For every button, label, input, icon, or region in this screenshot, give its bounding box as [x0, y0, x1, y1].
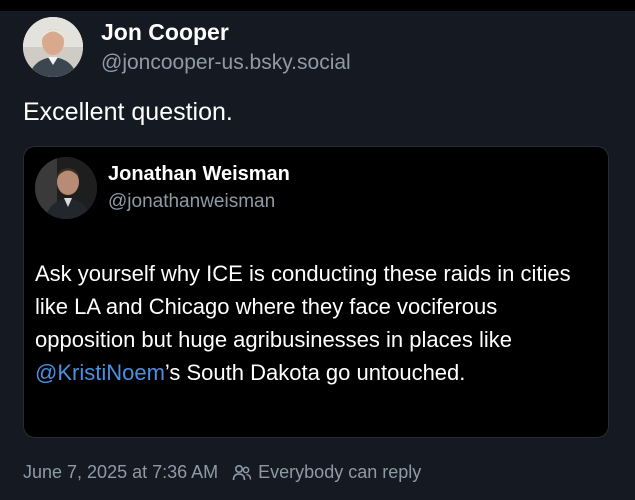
person-avatar-icon — [23, 17, 83, 77]
post-meta: June 7, 2025 at 7:36 AM Everybody can re… — [23, 462, 421, 483]
quoted-post[interactable]: Jonathan Weisman @jonathanweisman Ask yo… — [23, 146, 609, 438]
post-timestamp[interactable]: June 7, 2025 at 7:36 AM — [23, 462, 218, 483]
reply-setting[interactable]: Everybody can reply — [258, 462, 421, 483]
author-display-name[interactable]: Jon Cooper — [101, 19, 229, 46]
post-card: Jon Cooper @joncooper-us.bsky.social Exc… — [0, 0, 635, 500]
top-bar — [0, 0, 635, 11]
quoted-post-text: Ask yourself why ICE is conducting these… — [35, 257, 597, 389]
author-handle[interactable]: @joncooper-us.bsky.social — [101, 51, 351, 75]
quoted-text-after: ’s South Dakota go untouched. — [164, 360, 466, 385]
quoted-author-handle[interactable]: @jonathanweisman — [108, 191, 275, 213]
quoted-author-avatar[interactable] — [35, 157, 97, 219]
author-avatar[interactable] — [23, 17, 83, 77]
quoted-author-display-name[interactable]: Jonathan Weisman — [108, 163, 290, 186]
people-icon — [232, 464, 252, 480]
post-text: Excellent question. — [23, 98, 233, 126]
mention-link[interactable]: @KristiNoem — [35, 360, 165, 385]
quoted-text-before: Ask yourself why ICE is conducting these… — [35, 261, 571, 352]
person-avatar-icon — [35, 157, 97, 219]
